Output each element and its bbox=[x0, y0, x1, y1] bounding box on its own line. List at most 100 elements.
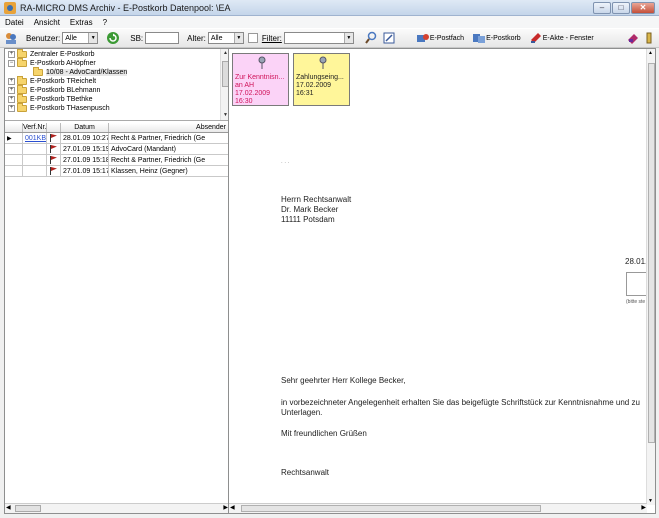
alter-select[interactable]: Alle ▼ bbox=[207, 32, 244, 44]
expand-icon[interactable]: + bbox=[8, 51, 15, 58]
pin-icon bbox=[319, 56, 327, 69]
mail-grid: Verf.Nr. Datum Absender 001KB 28.01.09 1… bbox=[5, 123, 229, 177]
minimize-button[interactable]: – bbox=[593, 2, 611, 14]
grid-header: Verf.Nr. Datum Absender bbox=[5, 123, 229, 133]
sticky-note-kenntnisnahme[interactable]: Zur Kenntnisn... an AH 17.02.2009 16:30 bbox=[232, 53, 289, 106]
folder-icon bbox=[17, 49, 27, 58]
doc-salutation: Sehr geehrter Herr Kollege Becker, bbox=[281, 376, 406, 385]
folder-icon bbox=[17, 94, 27, 103]
benutzer-value: Alle bbox=[65, 34, 77, 42]
tree-label: E-Postkorb TBethke bbox=[30, 96, 93, 103]
book-icon[interactable] bbox=[626, 31, 640, 45]
folder-icon bbox=[33, 67, 43, 76]
users-icon[interactable] bbox=[4, 31, 18, 45]
expand-icon[interactable]: + bbox=[8, 87, 15, 94]
scroll-left-icon[interactable]: ◀ bbox=[6, 504, 11, 511]
tree-item-advocard-klassen[interactable]: 10/08 - AdvoCard/Klassen bbox=[33, 67, 128, 77]
filter-box-icon[interactable] bbox=[247, 33, 258, 43]
edit-icon[interactable] bbox=[382, 31, 396, 45]
benutzer-select[interactable]: Alle ▼ bbox=[62, 32, 99, 44]
info-icon[interactable] bbox=[644, 31, 654, 45]
scroll-thumb[interactable] bbox=[648, 63, 655, 443]
expand-icon[interactable]: + bbox=[8, 105, 15, 112]
sb-input[interactable] bbox=[145, 32, 180, 44]
scroll-thumb[interactable] bbox=[241, 505, 541, 512]
note-line2: an AH bbox=[235, 82, 255, 89]
title-bar: RA-MICRO DMS Archiv - E-Postkorb Datenpo… bbox=[0, 0, 659, 16]
maximize-button[interactable]: □ bbox=[612, 2, 630, 14]
cell-absender: Recht & Partner, Friedrich (Ge bbox=[109, 155, 229, 165]
tree-item-ahoepfner[interactable]: − E-Postkorb AHöpfner bbox=[8, 58, 96, 68]
scroll-thumb[interactable] bbox=[15, 505, 41, 512]
folder-icon bbox=[17, 76, 27, 85]
cell-verf-nr bbox=[23, 144, 47, 154]
cell-datum: 27.01.09 15:18 bbox=[63, 155, 109, 165]
filter-select[interactable]: ▼ bbox=[283, 32, 354, 44]
preview-hscrollbar[interactable]: ◀ ▶ bbox=[229, 503, 647, 513]
scroll-left-icon[interactable]: ◀ bbox=[230, 504, 235, 511]
scroll-up-icon[interactable]: ▲ bbox=[648, 50, 653, 56]
doc-address-line1: Herrn Rechtsanwalt bbox=[281, 195, 352, 204]
doc-closing: Mit freundlichen Grüßen bbox=[281, 429, 367, 438]
tree-label: Zentraler E-Postkorb bbox=[30, 51, 95, 58]
mailbox-icon bbox=[416, 31, 430, 45]
collapse-icon[interactable]: − bbox=[8, 60, 15, 67]
verf-nr-link[interactable]: 001KB bbox=[25, 135, 46, 142]
scroll-down-icon[interactable]: ▼ bbox=[648, 498, 653, 504]
row-indicator bbox=[5, 166, 23, 176]
doc-signature: Rechtsanwalt bbox=[281, 468, 330, 477]
expand-icon[interactable]: + bbox=[8, 78, 15, 85]
tree-label: 10/08 - AdvoCard/Klassen bbox=[46, 69, 128, 76]
table-row[interactable]: 001KB 28.01.09 10:27 Recht & Partner, Fr… bbox=[5, 133, 229, 144]
header-datum[interactable]: Datum bbox=[61, 123, 109, 132]
header-verf-nr[interactable]: Verf.Nr. bbox=[23, 123, 47, 132]
menu-bar: Datei Ansicht Extras ? bbox=[0, 16, 659, 28]
cell-verf-nr[interactable]: 001KB bbox=[23, 133, 47, 143]
note-date: 17.02.2009 bbox=[235, 90, 271, 97]
doc-address-line3: 11111 Potsdam bbox=[281, 215, 335, 224]
table-row[interactable]: 27.01.09 15:19 AdvoCard (Mandant) bbox=[5, 144, 229, 155]
note-line1: Zur Kenntnisn... bbox=[235, 74, 285, 81]
menu-ansicht[interactable]: Ansicht bbox=[29, 18, 65, 27]
inbox-icon bbox=[472, 31, 486, 45]
left-pane: + Zentraler E-Postkorb − E-Postkorb AHöp… bbox=[4, 48, 230, 514]
note-time: 16:31 bbox=[296, 90, 314, 97]
flag-icon bbox=[50, 156, 57, 164]
tree-item-thasenpusch[interactable]: + E-Postkorb THasenpusch bbox=[8, 103, 110, 113]
folder-icon bbox=[17, 103, 27, 112]
menu-datei[interactable]: Datei bbox=[0, 18, 29, 27]
alter-label: Alter: bbox=[187, 33, 206, 43]
header-flag bbox=[47, 123, 61, 132]
sticky-note-zahlungseingang[interactable]: Zahlungseing... 17.02.2009 16:31 bbox=[293, 53, 350, 106]
close-button[interactable]: ✕ bbox=[631, 2, 655, 14]
preview-vscrollbar[interactable]: ▲ ▼ bbox=[646, 49, 655, 505]
menu-help[interactable]: ? bbox=[98, 18, 112, 27]
row-indicator bbox=[5, 144, 23, 154]
menu-extras[interactable]: Extras bbox=[65, 18, 98, 27]
epostfach-label: E-Postfach bbox=[429, 34, 465, 42]
refresh-icon[interactable] bbox=[106, 31, 120, 45]
flag-icon bbox=[50, 134, 57, 142]
chevron-down-icon: ▼ bbox=[233, 33, 243, 43]
doc-address-line2: Dr. Mark Becker bbox=[281, 205, 339, 214]
search-icon[interactable] bbox=[364, 31, 378, 45]
doc-body-line2: Unterlagen. bbox=[281, 408, 323, 417]
pin-icon bbox=[258, 56, 266, 69]
cell-absender: Klassen, Heinz (Gegner) bbox=[109, 166, 229, 176]
cell-verf-nr bbox=[23, 166, 47, 176]
folder-icon bbox=[17, 85, 27, 94]
folder-icon bbox=[17, 58, 27, 67]
app-icon bbox=[4, 1, 16, 14]
table-row[interactable]: 27.01.09 15:18 Recht & Partner, Friedric… bbox=[5, 155, 229, 166]
document-preview: Zur Kenntnisn... an AH 17.02.2009 16:30 … bbox=[228, 48, 656, 514]
scroll-right-icon[interactable]: ▶ bbox=[641, 504, 646, 511]
cell-flag bbox=[47, 144, 61, 154]
epostkorb-button[interactable]: E-Postkorb bbox=[472, 31, 521, 45]
eakte-fenster-button[interactable]: E-Akte - Fenster bbox=[529, 31, 594, 45]
expand-icon[interactable]: + bbox=[8, 96, 15, 103]
table-row[interactable]: 27.01.09 15:17 Klassen, Heinz (Gegner) bbox=[5, 166, 229, 177]
left-hscrollbar[interactable]: ◀ ▶ bbox=[5, 503, 229, 513]
epostfach-button[interactable]: E-Postfach bbox=[416, 31, 464, 45]
header-absender[interactable]: Absender bbox=[109, 123, 229, 132]
filter-label: Filter: bbox=[261, 33, 282, 43]
